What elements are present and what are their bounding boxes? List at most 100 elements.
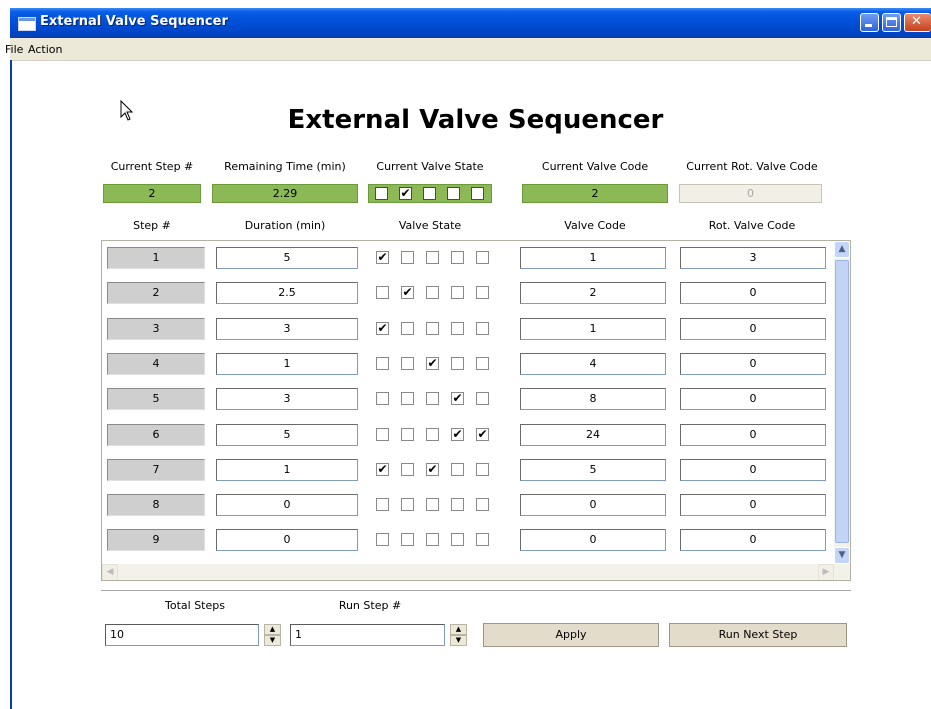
valve-code-input[interactable]: 24: [520, 423, 666, 446]
table-row: 2 2.5 ✔ 2 0: [102, 282, 832, 305]
run-step-input[interactable]: 1: [290, 624, 445, 646]
valve-checkbox[interactable]: [426, 321, 439, 335]
increment-icon[interactable]: ▲: [450, 624, 467, 635]
step-number-cell: 8: [107, 494, 205, 517]
valve-checkbox[interactable]: [451, 321, 464, 335]
valve-checkbox[interactable]: [401, 427, 414, 441]
valve-checkbox[interactable]: [451, 356, 464, 370]
scroll-down-icon[interactable]: ▼: [834, 547, 850, 564]
valve-checkbox[interactable]: ✔: [451, 427, 464, 441]
duration-input[interactable]: 1: [216, 458, 358, 481]
current-valve-code-label: Current Valve Code: [541, 160, 649, 173]
valve-checkbox[interactable]: [376, 498, 389, 512]
steps-table[interactable]: 9 0 0 0 8 0 0 0 7 1 ✔ ✔ 5 0 6 5 ✔ ✔ 24 0 5 3 ✔ 8 0 4 1 ✔ 4 0 3 3 ✔ 1 0 2 2.5…: [101, 240, 851, 581]
valve-code-input[interactable]: 0: [520, 529, 666, 552]
duration-input[interactable]: 3: [216, 317, 358, 340]
valve-checkbox[interactable]: [401, 498, 414, 512]
rot-valve-code-input[interactable]: 0: [680, 494, 826, 517]
rot-valve-code-input[interactable]: 0: [680, 352, 826, 375]
valve-checkbox[interactable]: [376, 533, 389, 547]
valve-checkbox[interactable]: [376, 427, 389, 441]
valve-checkbox[interactable]: ✔: [426, 462, 439, 476]
valve-checkbox[interactable]: [451, 498, 464, 512]
valve-code-input[interactable]: 2: [520, 282, 666, 305]
valve-code-input[interactable]: 4: [520, 352, 666, 375]
valve-checkbox[interactable]: ✔: [401, 286, 414, 300]
valve-checkbox[interactable]: [451, 286, 464, 300]
duration-input[interactable]: 0: [216, 529, 358, 552]
valve-checkbox[interactable]: [476, 321, 489, 335]
minimize-button[interactable]: [860, 13, 879, 32]
valve-checkbox[interactable]: [401, 462, 414, 476]
scroll-up-icon[interactable]: ▲: [834, 241, 850, 258]
valve-checkbox[interactable]: [401, 356, 414, 370]
valve-code-input[interactable]: 1: [520, 317, 666, 340]
menu-file[interactable]: File: [5, 43, 23, 56]
valve-checkbox[interactable]: [476, 498, 489, 512]
valve-checkbox[interactable]: [426, 498, 439, 512]
valve-checkbox[interactable]: [476, 251, 489, 264]
scroll-left-icon[interactable]: ◀: [102, 564, 118, 580]
scroll-right-icon[interactable]: ▶: [818, 564, 834, 580]
valve-checkbox[interactable]: ✔: [476, 427, 489, 441]
valve-checkbox[interactable]: [426, 533, 439, 547]
horizontal-scrollbar[interactable]: ◀ ▶: [102, 564, 850, 580]
close-button[interactable]: [904, 13, 931, 32]
duration-input[interactable]: 5: [216, 423, 358, 446]
rot-valve-code-input[interactable]: 0: [680, 282, 826, 305]
valve-checkbox[interactable]: [376, 286, 389, 300]
apply-button[interactable]: Apply: [483, 623, 659, 647]
valve-checkbox[interactable]: ✔: [376, 462, 389, 476]
rot-valve-code-input[interactable]: 0: [680, 458, 826, 481]
valve-code-input[interactable]: 5: [520, 458, 666, 481]
valve-checkbox[interactable]: ✔: [376, 321, 389, 335]
valve-checkbox[interactable]: ✔: [376, 251, 389, 264]
total-steps-stepper[interactable]: ▲ ▼: [264, 624, 281, 646]
valve-checkbox[interactable]: [476, 356, 489, 370]
total-steps-input[interactable]: 10: [105, 624, 259, 646]
decrement-icon[interactable]: ▼: [264, 635, 281, 646]
valve-code-input[interactable]: 0: [520, 494, 666, 517]
valve-checkbox[interactable]: [451, 251, 464, 264]
valve-checkbox[interactable]: [376, 356, 389, 370]
duration-input[interactable]: 5: [216, 247, 358, 269]
valve-checkbox[interactable]: [476, 462, 489, 476]
valve-checkbox[interactable]: [401, 392, 414, 406]
valve-checkbox[interactable]: [401, 321, 414, 335]
valve-checkbox[interactable]: [426, 251, 439, 264]
valve-checkbox[interactable]: ✔: [426, 356, 439, 370]
valve-checkbox[interactable]: [401, 251, 414, 264]
valve-checkbox[interactable]: [376, 392, 389, 406]
rot-valve-code-input[interactable]: 0: [680, 423, 826, 446]
valve-checkbox[interactable]: [426, 427, 439, 441]
run-next-step-button[interactable]: Run Next Step: [669, 623, 847, 647]
vertical-scrollbar[interactable]: ▲ ▼: [834, 241, 850, 564]
valve-checkbox[interactable]: [476, 392, 489, 406]
duration-input[interactable]: 1: [216, 352, 358, 375]
increment-icon[interactable]: ▲: [264, 624, 281, 635]
rot-valve-code-input[interactable]: 0: [680, 529, 826, 552]
valve-checkbox[interactable]: [426, 286, 439, 300]
duration-input[interactable]: 0: [216, 494, 358, 517]
valve-checkbox[interactable]: [476, 286, 489, 300]
decrement-icon[interactable]: ▼: [450, 635, 467, 646]
run-step-stepper[interactable]: ▲ ▼: [450, 624, 467, 646]
valve-code-input[interactable]: 8: [520, 388, 666, 411]
rot-valve-code-input[interactable]: 0: [680, 388, 826, 411]
valve-checkbox[interactable]: [476, 533, 489, 547]
valve-checkbox[interactable]: [451, 462, 464, 476]
duration-input[interactable]: 3: [216, 388, 358, 411]
maximize-button[interactable]: [882, 13, 901, 32]
title-bar[interactable]: External Valve Sequencer: [10, 8, 931, 38]
valve-checkbox[interactable]: [451, 533, 464, 547]
current-valve-checkbox: [447, 187, 460, 200]
menu-action[interactable]: Action: [28, 43, 62, 56]
rot-valve-code-input[interactable]: 0: [680, 317, 826, 340]
scrollbar-thumb[interactable]: [835, 260, 849, 543]
valve-checkbox[interactable]: [401, 533, 414, 547]
duration-input[interactable]: 2.5: [216, 282, 358, 305]
valve-checkbox[interactable]: [426, 392, 439, 406]
rot-valve-code-input[interactable]: 3: [680, 247, 826, 269]
valve-code-input[interactable]: 1: [520, 247, 666, 269]
valve-checkbox[interactable]: ✔: [451, 392, 464, 406]
